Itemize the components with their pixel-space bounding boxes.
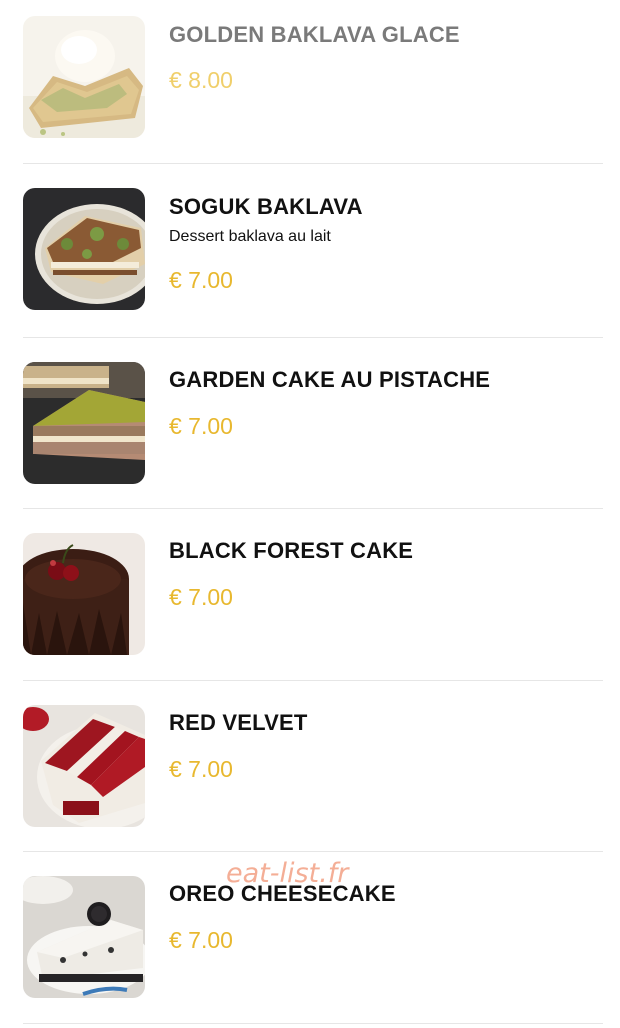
watermark: eat-list.fr: [226, 858, 349, 889]
dish-image: [23, 705, 145, 827]
item-price: € 7.00: [169, 584, 233, 610]
item-name: RED VELVET: [169, 710, 308, 735]
dish-image: [23, 362, 145, 484]
divider: [23, 1023, 603, 1024]
item-price: € 7.00: [169, 927, 233, 953]
dish-image: [23, 16, 145, 138]
item-price: € 7.00: [169, 267, 233, 293]
menu-item-golden-baklava-glace[interactable]: GOLDEN BAKLAVA GLACE € 8.00: [0, 0, 620, 164]
menu-item-garden-cake-au-pistache[interactable]: GARDEN CAKE AU PISTACHE € 7.00: [0, 338, 620, 509]
item-price: € 8.00: [169, 67, 233, 93]
item-description: Dessert baklava au lait: [169, 228, 331, 245]
menu-item-black-forest-cake[interactable]: BLACK FOREST CAKE € 7.00: [0, 509, 620, 681]
dish-image: [23, 533, 145, 655]
dish-image: [23, 876, 145, 998]
item-name: GOLDEN BAKLAVA GLACE: [169, 22, 460, 47]
menu-item-red-velvet[interactable]: RED VELVET € 7.00: [0, 681, 620, 852]
item-name: GARDEN CAKE AU PISTACHE: [169, 367, 491, 392]
item-name: SOGUK BAKLAVA: [169, 194, 363, 219]
item-price: € 7.00: [169, 413, 233, 439]
item-name: BLACK FOREST CAKE: [169, 538, 414, 563]
dish-image: [23, 188, 145, 310]
item-price: € 7.00: [169, 756, 233, 782]
menu-item-soguk-baklava[interactable]: SOGUK BAKLAVA Dessert baklava au lait € …: [0, 164, 620, 338]
